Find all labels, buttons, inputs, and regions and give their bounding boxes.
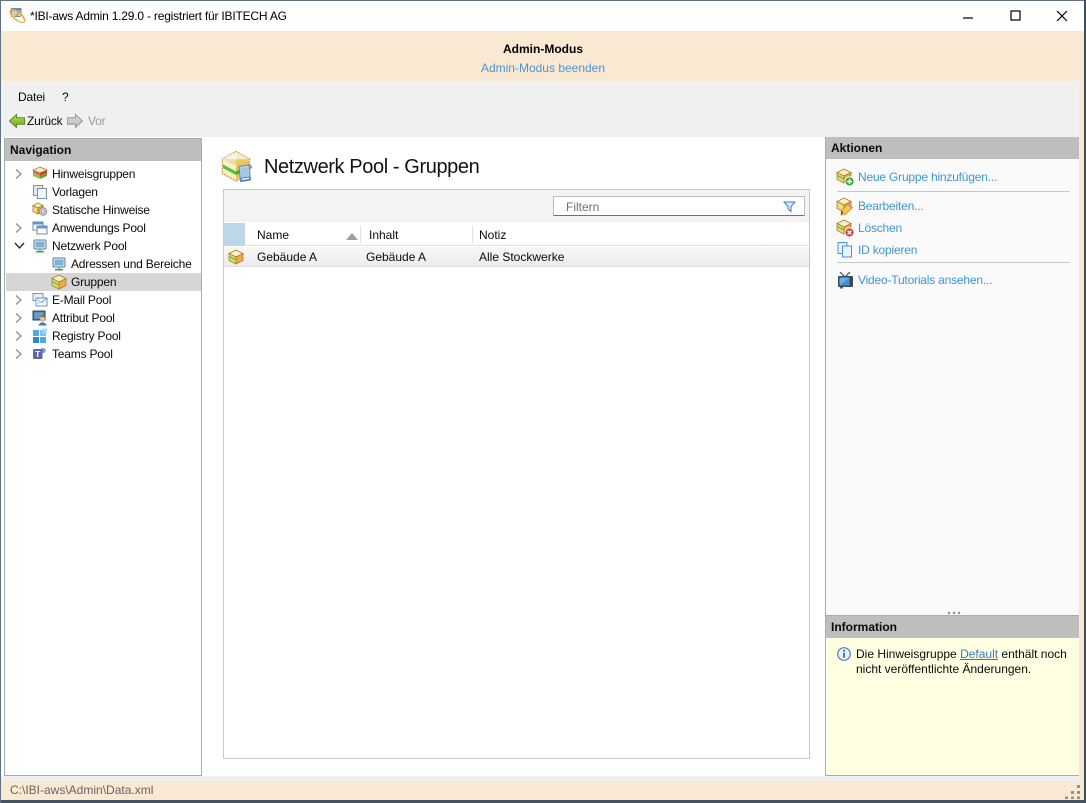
svg-text:T: T <box>35 349 41 359</box>
